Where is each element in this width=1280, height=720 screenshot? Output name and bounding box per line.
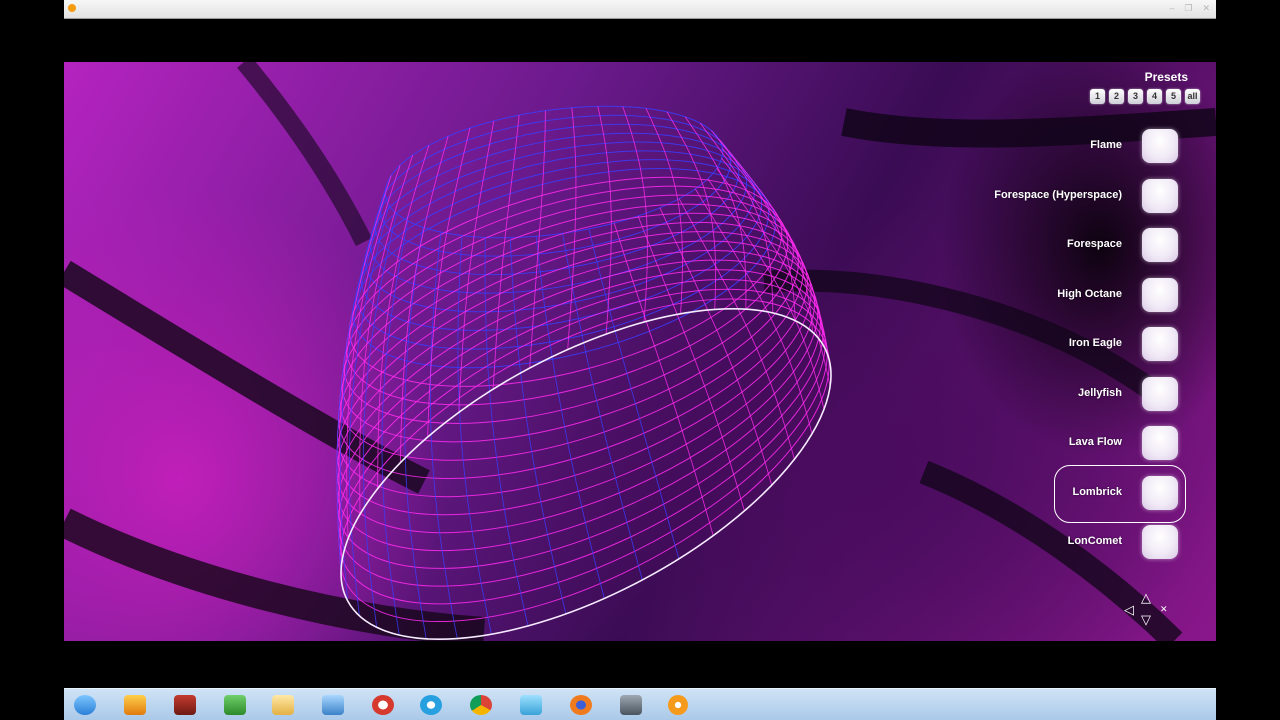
preset-number-row: 1 2 3 4 5 all [1090,89,1200,104]
browser-top-bar: – ❐ ✕ [64,0,1216,19]
google-icon[interactable] [372,695,394,715]
taskbar [64,688,1216,720]
mesh-ring [374,123,740,276]
preset-item-iron-eagle[interactable]: Iron Eagle [938,324,1178,364]
window-controls: – ❐ ✕ [1169,3,1210,13]
firefox-icon[interactable] [570,695,592,715]
preset-item-jellyfish[interactable]: Jellyfish [938,374,1178,414]
preset-number-button-1[interactable]: 1 [1090,89,1105,104]
preset-select-button[interactable] [1142,377,1178,411]
pencil-tool-icon[interactable] [520,695,542,715]
preset-select-button[interactable] [1142,525,1178,559]
preset-number-button-3[interactable]: 3 [1128,89,1143,104]
maximize-icon[interactable]: ❐ [1184,3,1192,13]
preset-number-button-4[interactable]: 4 [1147,89,1162,104]
mesh-ring [384,105,724,239]
media-player-icon[interactable] [668,695,688,715]
mesh-line [484,237,529,627]
preset-label: Forespace (Hyperspace) [994,189,1122,201]
arrow-down-icon[interactable]: ▽ [1141,613,1151,626]
presets-title: Presets [1144,70,1188,84]
preset-label: Lava Flow [1068,436,1122,448]
minimize-icon[interactable]: – [1169,3,1174,13]
preset-select-button[interactable] [1142,327,1178,361]
background-band [64,260,430,494]
preset-item-high-octane[interactable]: High Octane [938,275,1178,315]
arrow-up-icon[interactable]: △ [1141,591,1151,604]
preset-label: Jellyfish [1077,387,1122,399]
folder-icon[interactable] [272,695,294,715]
preset-number-button-all[interactable]: all [1185,89,1200,104]
usb-icon[interactable] [620,695,642,715]
preset-select-button[interactable] [1142,179,1178,213]
preset-item-loncomet[interactable]: LonComet [938,522,1178,562]
close-small-icon[interactable]: ✕ [1160,603,1168,616]
preset-select-button[interactable] [1142,129,1178,163]
preset-item-forespace[interactable]: Forespace [938,225,1178,265]
skype-icon[interactable] [420,695,442,715]
start-orb-icon[interactable] [74,695,96,715]
preset-label: Lombrick [1072,486,1122,498]
network-icon[interactable] [322,695,344,715]
chrome-icon[interactable] [470,695,492,715]
preset-label: High Octane [1057,288,1122,300]
background-band [64,508,486,641]
preset-label: Iron Eagle [1068,337,1122,349]
mesh-line [529,110,546,369]
recycle-icon[interactable] [224,695,246,715]
preset-item-lombrick[interactable]: Lombrick [938,465,1186,523]
preset-select-button[interactable] [1142,426,1178,460]
app-icon[interactable] [174,695,196,715]
preset-select-button[interactable] [1142,476,1178,510]
pen-icon[interactable] [124,695,146,715]
arrow-left-icon[interactable]: ◁ [1124,603,1134,616]
preset-label: Forespace [1066,238,1122,250]
system-tray [1096,697,1206,713]
background-band [237,62,373,247]
preset-number-button-2[interactable]: 2 [1109,89,1124,104]
wireframe-mesh [336,105,832,640]
mesh-ring [379,114,732,257]
mesh-line [429,232,458,639]
mesh-line [509,237,567,615]
close-icon[interactable]: ✕ [1202,3,1210,13]
preset-item-lava-flow[interactable]: Lava Flow [938,423,1178,463]
app-favicon-icon [68,4,76,12]
preset-item-forespace-hyperspace[interactable]: Forespace (Hyperspace) [938,176,1178,216]
screen: – ❐ ✕ Presets 1 2 3 4 5 all Flame Foresp… [0,0,1280,720]
visualizer-viewport[interactable]: Presets 1 2 3 4 5 all Flame Forespace (H… [64,62,1216,641]
mesh-line [457,235,492,635]
preset-navigation: ◁ △ ▽ ✕ [1124,589,1172,629]
preset-select-button[interactable] [1142,278,1178,312]
preset-label: Flame [1090,139,1122,151]
preset-label: LonComet [1067,535,1122,547]
mesh-line [707,178,825,410]
preset-item-flame[interactable]: Flame [938,126,1178,166]
preset-number-button-5[interactable]: 5 [1166,89,1181,104]
preset-select-button[interactable] [1142,228,1178,262]
